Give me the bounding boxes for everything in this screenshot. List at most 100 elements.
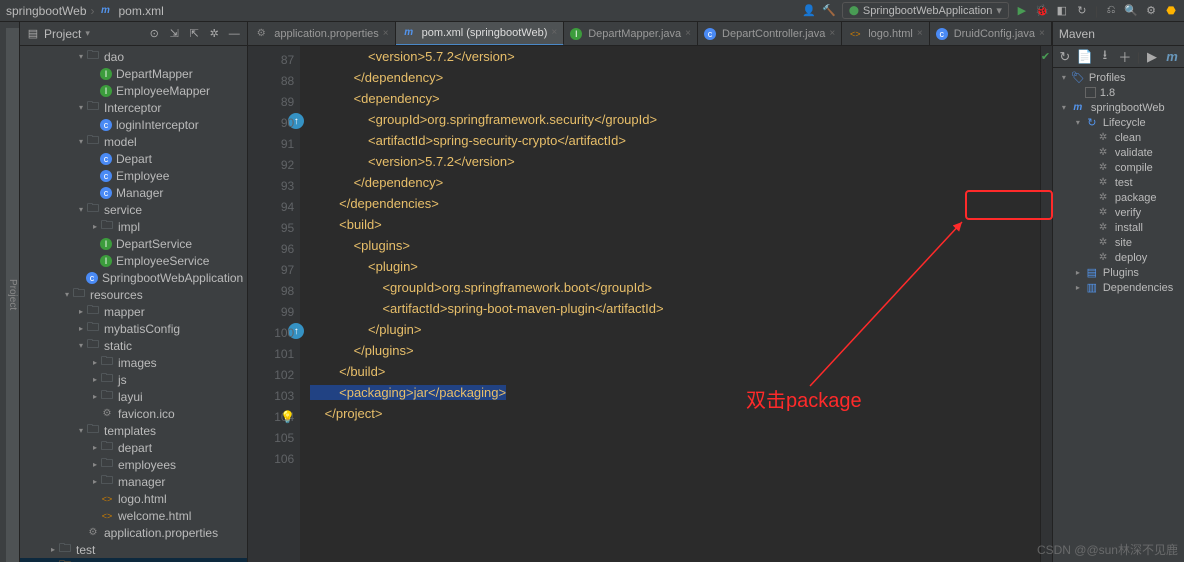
- tips-icon[interactable]: ⬣: [1164, 4, 1178, 18]
- run-icon[interactable]: ▶: [1144, 50, 1160, 64]
- maven-node[interactable]: ▾🏷Profiles: [1053, 70, 1184, 85]
- maven-node[interactable]: ▾springbootWeb: [1053, 100, 1184, 115]
- code-area[interactable]: <version>5.7.2</version> </dependency> <…: [300, 46, 1040, 562]
- maven-node[interactable]: package: [1053, 190, 1184, 205]
- class-icon: [100, 153, 112, 165]
- tree-node[interactable]: ▸js: [20, 371, 247, 388]
- tree-node[interactable]: loginInterceptor: [20, 116, 247, 133]
- generate-icon[interactable]: 📄: [1077, 50, 1093, 64]
- maven-node[interactable]: site: [1053, 235, 1184, 250]
- tree-node[interactable]: ▾model: [20, 133, 247, 150]
- reload-icon[interactable]: ↻: [1057, 50, 1073, 64]
- tree-node[interactable]: Depart: [20, 150, 247, 167]
- add-icon[interactable]: ＋: [1117, 50, 1133, 64]
- iface-icon: [100, 85, 112, 97]
- tree-node[interactable]: ▸mybatisConfig: [20, 320, 247, 337]
- maven-node[interactable]: validate: [1053, 145, 1184, 160]
- prop-icon: [254, 27, 268, 41]
- editor-tab[interactable]: DruidConfig.java×: [930, 22, 1052, 46]
- tree-node[interactable]: ▾templates: [20, 422, 247, 439]
- tree-node[interactable]: logo.html: [20, 490, 247, 507]
- profile-icon[interactable]: ↻: [1075, 4, 1089, 18]
- error-stripe[interactable]: ✔: [1040, 46, 1052, 562]
- debug-icon[interactable]: 🐞: [1035, 4, 1049, 18]
- tree-node[interactable]: DepartMapper: [20, 65, 247, 82]
- coverage-icon[interactable]: ◧: [1055, 4, 1069, 18]
- settings-icon[interactable]: ⚙: [1144, 4, 1158, 18]
- editor-tabs[interactable]: application.properties×pom.xml (springbo…: [248, 22, 1052, 46]
- folder-icon: [100, 441, 114, 455]
- close-icon[interactable]: ×: [917, 28, 923, 39]
- editor-tab[interactable]: pom.xml (springbootWeb)×: [396, 22, 565, 46]
- tree-node[interactable]: ▸manager: [20, 473, 247, 490]
- folder-icon: [58, 543, 72, 557]
- maven-node[interactable]: compile: [1053, 160, 1184, 175]
- tree-node[interactable]: ▸mapper: [20, 303, 247, 320]
- close-icon[interactable]: ×: [1039, 28, 1045, 39]
- tree-node[interactable]: ▸test: [20, 541, 247, 558]
- tree-node[interactable]: DepartService: [20, 235, 247, 252]
- select-opened-icon[interactable]: ⊙: [147, 27, 161, 41]
- tree-node[interactable]: ▸images: [20, 354, 247, 371]
- maven-node[interactable]: deploy: [1053, 250, 1184, 265]
- close-icon[interactable]: ×: [383, 28, 389, 39]
- maven-node[interactable]: clean: [1053, 130, 1184, 145]
- download-icon[interactable]: ⭳: [1097, 50, 1113, 64]
- hide-icon[interactable]: —: [227, 27, 241, 41]
- m-icon[interactable]: m: [1164, 50, 1180, 64]
- run-icon[interactable]: ▶: [1015, 4, 1029, 18]
- breadcrumb-project[interactable]: springbootWeb: [6, 4, 87, 18]
- tree-node[interactable]: ▸target: [20, 558, 247, 562]
- editor-tab[interactable]: logo.html×: [842, 22, 929, 46]
- tree-node[interactable]: Employee: [20, 167, 247, 184]
- breadcrumb-file[interactable]: pom.xml: [119, 4, 164, 18]
- maven-node[interactable]: install: [1053, 220, 1184, 235]
- maven-panel: Maven ✲ — ↻ 📄 ⭳ ＋ | ▶ m ⇄ ⊘ | ☰ 🔧 ▾🏷Prof…: [1052, 22, 1184, 562]
- tree-node[interactable]: SpringbootWebApplication: [20, 269, 247, 286]
- expand-all-icon[interactable]: ⇲: [167, 27, 181, 41]
- tree-node[interactable]: application.properties: [20, 524, 247, 541]
- maven-tree[interactable]: ▾🏷Profiles1.8▾springbootWeb▾↻Lifecyclecl…: [1053, 68, 1184, 562]
- editor-tab[interactable]: DepartMapper.java×: [564, 22, 698, 46]
- maven-node[interactable]: test: [1053, 175, 1184, 190]
- ok-check-icon: ✔: [1041, 50, 1050, 63]
- project-tree[interactable]: ▾daoDepartMapperEmployeeMapper▾Intercept…: [20, 46, 247, 562]
- tree-node[interactable]: ▾resources: [20, 286, 247, 303]
- user-add-icon[interactable]: 👤: [802, 4, 816, 18]
- editor-tab[interactable]: DepartController.java×: [698, 22, 842, 46]
- tree-node[interactable]: EmployeeService: [20, 252, 247, 269]
- tree-node[interactable]: EmployeeMapper: [20, 82, 247, 99]
- close-icon[interactable]: ×: [829, 28, 835, 39]
- search-icon[interactable]: 🔍: [1124, 4, 1138, 18]
- git-icon[interactable]: ⎌: [1104, 4, 1118, 18]
- prop-icon: [100, 407, 114, 421]
- tree-node[interactable]: ▾Interceptor: [20, 99, 247, 116]
- tree-node[interactable]: ▸layui: [20, 388, 247, 405]
- tree-node[interactable]: welcome.html: [20, 507, 247, 524]
- tree-node[interactable]: ▾static: [20, 337, 247, 354]
- tree-node[interactable]: ▸employees: [20, 456, 247, 473]
- run-config-selector[interactable]: ⬤ SpringbootWebApplication ▾: [842, 2, 1009, 19]
- close-icon[interactable]: ×: [551, 27, 557, 38]
- tree-node[interactable]: ▸impl: [20, 218, 247, 235]
- tree-node[interactable]: ▾dao: [20, 48, 247, 65]
- editor-tab[interactable]: application.properties×: [248, 22, 395, 46]
- project-panel-title: Project: [44, 27, 81, 41]
- left-tool-strip: Project Structure Favorites: [0, 22, 20, 562]
- left-tab-project[interactable]: Project: [6, 28, 19, 562]
- tree-node[interactable]: favicon.ico: [20, 405, 247, 422]
- project-panel: ▤ Project ▾ ⊙ ⇲ ⇱ ✲ — ▾daoDepartMapperEm…: [20, 22, 248, 562]
- settings-icon[interactable]: ✲: [207, 27, 221, 41]
- maven-node[interactable]: verify: [1053, 205, 1184, 220]
- close-icon[interactable]: ×: [685, 28, 691, 39]
- tree-node[interactable]: ▾service: [20, 201, 247, 218]
- build-icon[interactable]: 🔨: [822, 4, 836, 18]
- maven-node[interactable]: ▸▤Plugins: [1053, 265, 1184, 280]
- maven-node[interactable]: ▸▥Dependencies: [1053, 280, 1184, 295]
- collapse-all-icon[interactable]: ⇱: [187, 27, 201, 41]
- tree-node[interactable]: ▸depart: [20, 439, 247, 456]
- folder-icon: [86, 322, 100, 336]
- maven-node[interactable]: 1.8: [1053, 85, 1184, 100]
- maven-node[interactable]: ▾↻Lifecycle: [1053, 115, 1184, 130]
- tree-node[interactable]: Manager: [20, 184, 247, 201]
